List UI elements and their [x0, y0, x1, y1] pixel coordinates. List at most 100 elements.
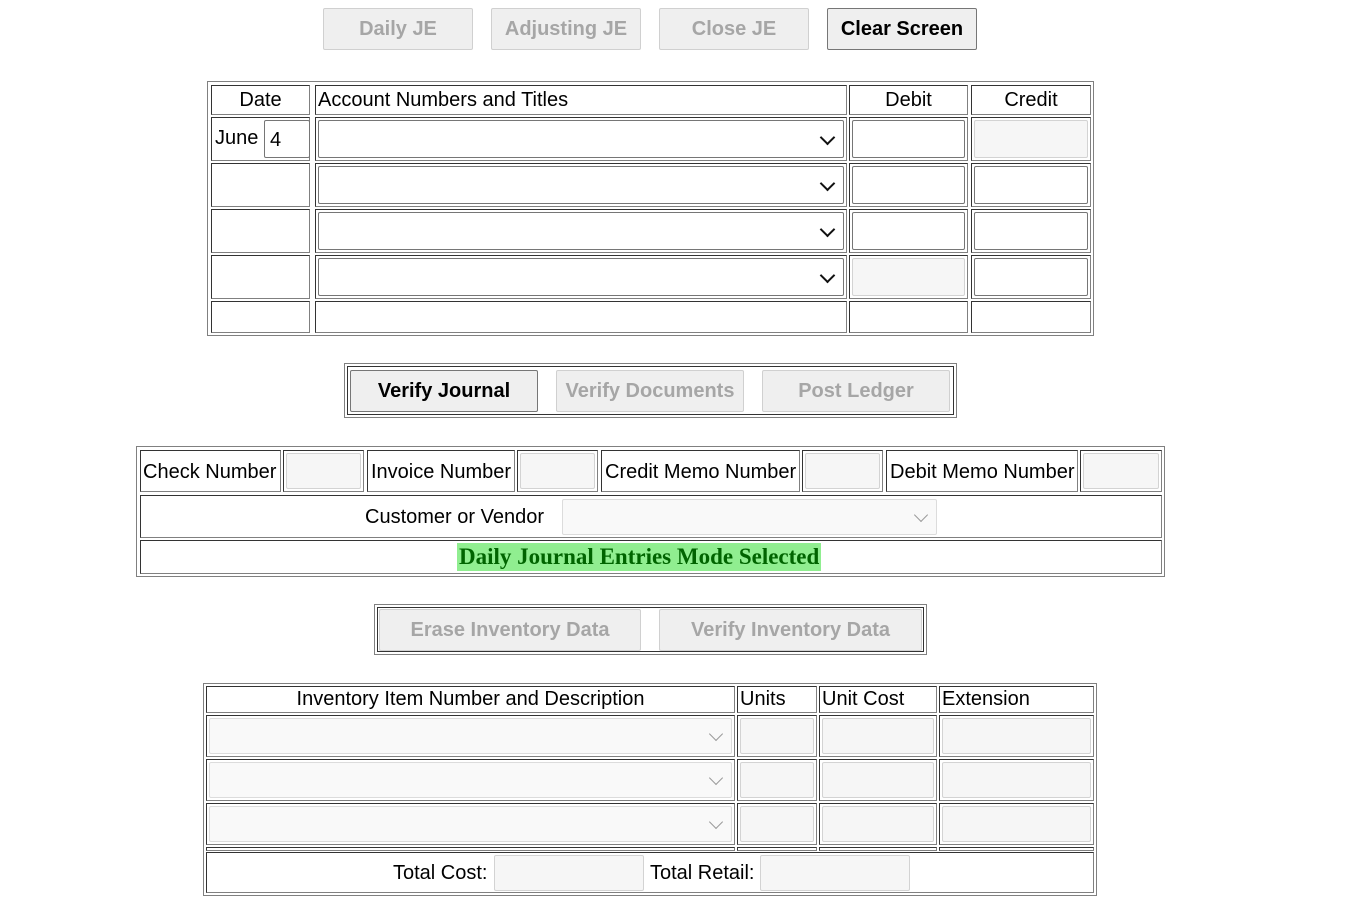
account-select[interactable]	[318, 166, 844, 204]
debit-input[interactable]	[852, 212, 965, 250]
erase-inventory-data-button[interactable]: Erase Inventory Data	[379, 609, 641, 651]
verify-documents-button[interactable]: Verify Documents	[556, 370, 744, 412]
unit-cost-input[interactable]	[822, 762, 934, 798]
credit-memo-cell	[802, 450, 883, 492]
daily-je-button[interactable]: Daily JE	[323, 8, 473, 50]
unit-cost-cell	[819, 759, 937, 801]
month-label: June	[215, 127, 259, 149]
credit-input[interactable]	[974, 120, 1088, 158]
debit-memo-cell	[1080, 450, 1162, 492]
item-select[interactable]	[209, 806, 732, 842]
credit-input[interactable]	[974, 166, 1088, 204]
item-select[interactable]	[209, 718, 732, 754]
close-je-button[interactable]: Close JE	[659, 8, 809, 50]
status-row: Daily Journal Entries Mode Selected	[140, 540, 1162, 574]
total-cost-label: Total Cost:	[393, 862, 488, 884]
credit-input[interactable]	[974, 258, 1088, 296]
date-cell: June 4	[211, 117, 310, 161]
extension-input[interactable]	[942, 806, 1091, 842]
credit-cell	[971, 117, 1091, 161]
post-ledger-button[interactable]: Post Ledger	[762, 370, 950, 412]
chevron-down-icon	[708, 814, 724, 830]
check-number-label-cell: Check Number	[140, 450, 281, 492]
units-cell	[737, 715, 817, 757]
customer-vendor-select[interactable]	[562, 499, 937, 535]
unit-cost-input[interactable]	[822, 718, 934, 754]
date-cell	[211, 255, 310, 299]
debit-input[interactable]	[852, 166, 965, 204]
debit-input[interactable]	[852, 258, 965, 296]
documents-table: Check Number Invoice Number Credit Memo …	[136, 446, 1165, 577]
credit-total-cell	[971, 301, 1091, 333]
invoice-number-input[interactable]	[520, 453, 595, 489]
credit-cell	[971, 163, 1091, 207]
extension-input[interactable]	[942, 718, 1091, 754]
units-input[interactable]	[740, 762, 814, 798]
item-header: Inventory Item Number and Description	[206, 686, 735, 713]
customer-vendor-row: Customer or Vendor	[140, 495, 1162, 538]
credit-header: Credit	[971, 85, 1091, 115]
debit-cell	[849, 209, 968, 253]
account-cell	[315, 163, 847, 207]
account-total-cell	[315, 301, 847, 333]
spacer-cell	[206, 847, 735, 851]
invoice-number-cell	[517, 450, 598, 492]
extension-input[interactable]	[942, 762, 1091, 798]
chevron-down-icon	[913, 507, 929, 523]
check-number-label: Check Number	[143, 461, 277, 483]
chevron-down-icon	[819, 267, 836, 284]
debit-cell	[849, 255, 968, 299]
account-select[interactable]	[318, 120, 844, 158]
date-cell	[211, 209, 310, 253]
credit-memo-label-cell: Credit Memo Number	[601, 450, 800, 492]
journal-table: Date Account Numbers and Titles Debit Cr…	[207, 81, 1094, 336]
total-retail-label: Total Retail:	[650, 862, 755, 884]
debit-header: Debit	[849, 85, 968, 115]
units-input[interactable]	[740, 806, 814, 842]
units-input[interactable]	[740, 718, 814, 754]
date-cell	[211, 163, 310, 207]
credit-cell	[971, 255, 1091, 299]
credit-memo-input[interactable]	[805, 453, 880, 489]
day-input[interactable]: 4	[264, 120, 310, 158]
account-select[interactable]	[318, 212, 844, 250]
debit-memo-label: Debit Memo Number	[890, 461, 1075, 483]
account-header: Account Numbers and Titles	[315, 85, 847, 115]
chevron-down-icon	[708, 726, 724, 742]
verify-inventory-data-button[interactable]: Verify Inventory Data	[659, 609, 922, 651]
extension-cell	[939, 803, 1094, 845]
account-cell	[315, 255, 847, 299]
invoice-number-label: Invoice Number	[371, 461, 512, 483]
debit-memo-label-cell: Debit Memo Number	[886, 450, 1078, 492]
unit-cost-input[interactable]	[822, 806, 934, 842]
total-retail-input[interactable]	[760, 855, 910, 891]
clear-screen-button[interactable]: Clear Screen	[827, 8, 977, 50]
units-header: Units	[737, 686, 817, 713]
debit-input[interactable]	[852, 120, 965, 158]
credit-memo-label: Credit Memo Number	[605, 461, 797, 483]
debit-memo-input[interactable]	[1083, 453, 1159, 489]
check-number-input[interactable]	[286, 453, 361, 489]
spacer-cell	[737, 847, 817, 851]
total-cost-input[interactable]	[494, 855, 644, 891]
chevron-down-icon	[819, 221, 836, 238]
verify-journal-button[interactable]: Verify Journal	[350, 370, 538, 412]
date-header: Date	[211, 85, 310, 115]
units-cell	[737, 803, 817, 845]
account-cell	[315, 209, 847, 253]
credit-input[interactable]	[974, 212, 1088, 250]
check-number-cell	[283, 450, 364, 492]
extension-header: Extension	[939, 686, 1094, 713]
invoice-number-label-cell: Invoice Number	[367, 450, 515, 492]
date-total-cell	[211, 301, 310, 333]
debit-cell	[849, 117, 968, 161]
unit-cost-cell	[819, 715, 937, 757]
adjusting-je-button[interactable]: Adjusting JE	[491, 8, 641, 50]
debit-cell	[849, 163, 968, 207]
units-cell	[737, 759, 817, 801]
account-select[interactable]	[318, 258, 844, 296]
item-select[interactable]	[209, 762, 732, 798]
item-cell	[206, 803, 735, 845]
chevron-down-icon	[819, 129, 836, 146]
credit-cell	[971, 209, 1091, 253]
